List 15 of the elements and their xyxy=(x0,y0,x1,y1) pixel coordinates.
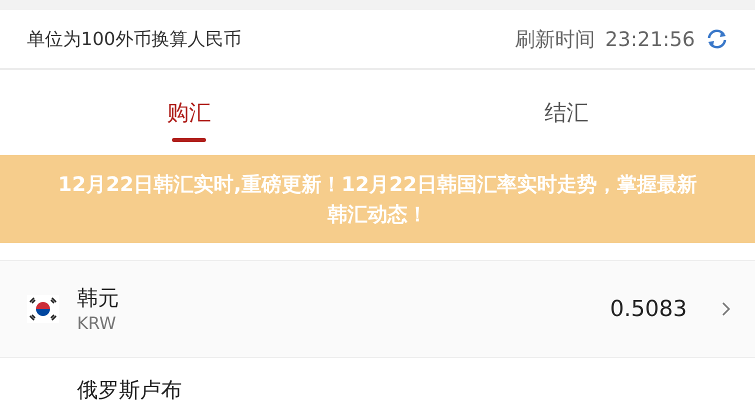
currency-row[interactable]: 韩元 KRW 0.5083 xyxy=(0,261,755,358)
currency-name: 韩元 xyxy=(77,285,120,312)
currency-row[interactable]: 俄罗斯卢布 xyxy=(0,358,755,400)
refresh-time: 23:21:56 xyxy=(605,27,695,51)
currency-code: KRW xyxy=(77,314,118,334)
tab[interactable]: 购汇 xyxy=(0,70,378,156)
flag-icon xyxy=(27,295,59,323)
refresh-label: 刷新时间 xyxy=(515,26,596,52)
refresh-icon[interactable] xyxy=(705,28,729,50)
currency-name: 俄罗斯卢布 xyxy=(77,377,183,400)
tab[interactable]: 结汇 xyxy=(378,70,755,156)
banner-title: 12月22日韩汇实时,重磅更新！12月22日韩国汇率实时走势，掌握最新韩汇动态！ xyxy=(58,171,698,228)
chevron-icon xyxy=(721,301,731,317)
unit-note: 单位为100外币换算人民币 xyxy=(27,28,242,51)
rate-value: 0.5083 xyxy=(610,296,687,322)
